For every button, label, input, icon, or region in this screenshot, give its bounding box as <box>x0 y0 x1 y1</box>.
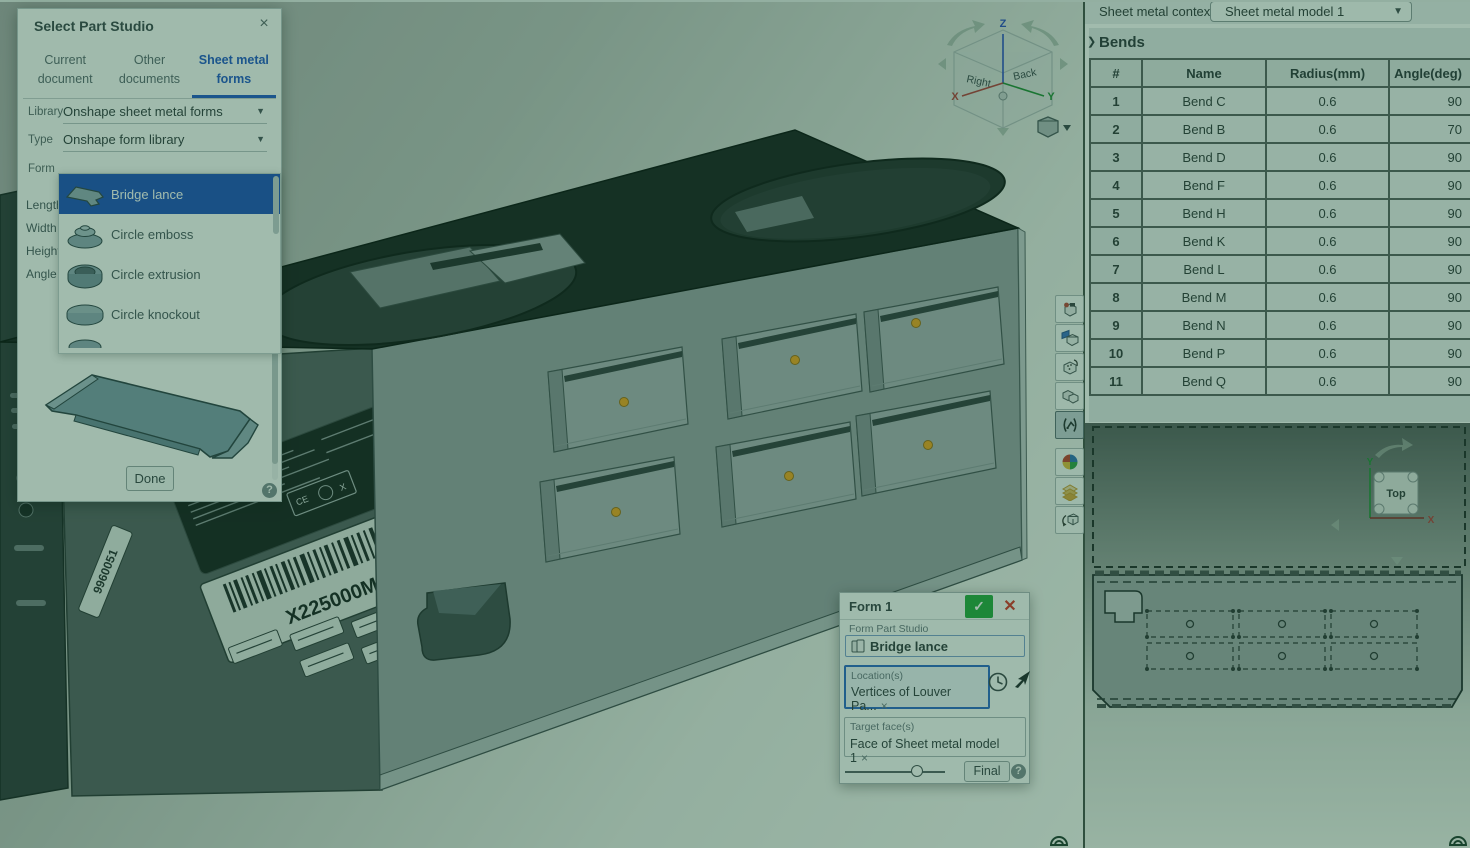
collapse-chevron-icon[interactable]: ❯ <box>1087 35 1096 48</box>
chevron-down-icon: ▼ <box>1393 6 1403 17</box>
form-label: Form <box>28 163 55 175</box>
simplified-view-icon[interactable] <box>1055 382 1084 410</box>
sheet-metal-context-select[interactable]: Sheet metal model 1 ▼ <box>1210 1 1412 22</box>
view-cube[interactable]: Right Back Z X Y <box>938 18 1071 137</box>
bends-section: ❯ Bends # Name Radius(mm) Angle(deg) 1Be… <box>1089 28 1470 422</box>
remove-icon[interactable]: × <box>857 751 868 765</box>
bend-row[interactable]: 2Bend B0.670 <box>1090 115 1470 143</box>
flat-pattern-view-icon[interactable] <box>1055 353 1084 381</box>
bends-table: # Name Radius(mm) Angle(deg) 1Bend C0.69… <box>1089 58 1470 396</box>
axis-z-label: Z <box>1000 18 1007 30</box>
bends-header-row: # Name Radius(mm) Angle(deg) <box>1090 59 1470 87</box>
target-faces-field[interactable]: Target face(s) Face of Sheet metal model… <box>844 717 1026 757</box>
chevron-down-icon: ▼ <box>256 106 265 116</box>
feature-title: Form 1 <box>849 599 892 614</box>
flat-pattern-panel: Sheet metal context: Sheet metal model 1… <box>1083 0 1470 848</box>
help-icon[interactable]: ? <box>262 483 277 498</box>
render-options-icon[interactable] <box>1055 295 1084 323</box>
done-button[interactable]: Done <box>126 466 174 491</box>
width-param-label: Width <box>26 221 57 235</box>
flat-axis-x-label: X <box>1428 515 1435 526</box>
bend-row[interactable]: 10Bend P0.690 <box>1090 339 1470 367</box>
tab-other-documents[interactable]: Other documents <box>107 43 191 98</box>
tab-sheet-metal-forms[interactable]: Sheet metal forms <box>192 43 276 98</box>
cancel-x-icon[interactable]: ✕ <box>999 595 1021 618</box>
form-preview <box>32 359 272 463</box>
context-label: Sheet metal context: <box>1099 4 1218 19</box>
help-headset-icon[interactable] <box>1049 830 1069 848</box>
final-button[interactable]: Final <box>964 761 1010 782</box>
isometric-view-icon[interactable] <box>1055 506 1084 534</box>
bend-row[interactable]: 9Bend N0.690 <box>1090 311 1470 339</box>
bend-table-view-icon[interactable] <box>1055 411 1084 439</box>
bend-row[interactable]: 8Bend M0.690 <box>1090 283 1470 311</box>
bridge-lance-icon <box>59 180 111 208</box>
circle-extrusion-icon <box>59 258 111 290</box>
axis-x-label: X <box>951 91 959 103</box>
part-studio-icon <box>851 639 865 654</box>
clock-icon[interactable] <box>987 671 1009 693</box>
context-bar: Sheet metal context: Sheet metal model 1… <box>1085 0 1470 24</box>
window-top-edge <box>0 0 1470 2</box>
bend-row[interactable]: 6Bend K0.690 <box>1090 227 1470 255</box>
list-scrollbar[interactable] <box>273 176 279 234</box>
locations-chip[interactable]: Vertices of Louver Pa...× <box>851 685 983 713</box>
app-window: CE X <box>0 0 1470 848</box>
dialog-title: Select Part Studio <box>34 18 154 34</box>
type-label: Type <box>28 134 53 146</box>
flat-cube-top-label: Top <box>1386 488 1406 500</box>
form-feature-dialog: Form 1 ✓ ✕ Form Part Studio Bridge lance… <box>839 592 1030 784</box>
bends-title: Bends <box>1099 34 1145 51</box>
flat-axis-y-label: Y <box>1367 457 1374 468</box>
view-options-button[interactable] <box>1038 117 1071 137</box>
help-headset-icon[interactable] <box>1448 830 1468 848</box>
section-view-icon[interactable] <box>1055 477 1084 505</box>
form-option-circle-extrusion[interactable]: Circle extrusion <box>59 254 280 294</box>
select-arrow-icon[interactable] <box>1012 669 1032 689</box>
help-icon[interactable]: ? <box>1011 764 1026 779</box>
dialog-tabs: Current document Other documents Sheet m… <box>23 43 276 99</box>
height-param-label: Height <box>26 244 61 258</box>
flat-view-cube[interactable]: Top Y X <box>1367 457 1435 526</box>
named-views-icon[interactable] <box>1055 448 1084 476</box>
bend-row[interactable]: 4Bend F0.690 <box>1090 171 1470 199</box>
locations-field[interactable]: Location(s) Vertices of Louver Pa...× <box>844 665 990 709</box>
close-icon[interactable]: × <box>255 15 273 33</box>
bend-row[interactable]: 1Bend C0.690 <box>1090 87 1470 115</box>
flat-pattern-part[interactable] <box>1093 573 1462 707</box>
rollback-slider[interactable] <box>845 770 945 774</box>
library-label: Library <box>28 106 63 118</box>
face-cutout <box>418 583 510 660</box>
angle-param-label: Angle <box>26 267 57 281</box>
bend-row[interactable]: 7Bend L0.690 <box>1090 255 1470 283</box>
view-tools-toolbar <box>1055 448 1085 535</box>
remove-icon[interactable]: × <box>877 699 888 713</box>
form-option-partial[interactable] <box>59 334 280 348</box>
accept-check-icon[interactable]: ✓ <box>965 595 993 618</box>
view-modes-toolbar <box>1055 295 1085 440</box>
form-part-studio-label: Form Part Studio <box>849 623 928 635</box>
chevron-down-icon: ▼ <box>256 134 265 144</box>
tab-current-document[interactable]: Current document <box>23 43 107 98</box>
select-part-studio-dialog: Select Part Studio × Current document Ot… <box>17 8 282 502</box>
bend-row[interactable]: 5Bend H0.690 <box>1090 199 1470 227</box>
folded-view-icon[interactable] <box>1055 324 1084 352</box>
form-option-bridge-lance[interactable]: Bridge lance <box>59 174 280 214</box>
library-select[interactable]: Onshape sheet metal forms ▼ <box>63 104 267 124</box>
target-faces-label: Target face(s) <box>850 721 1020 733</box>
axis-y-label: Y <box>1047 91 1055 103</box>
bend-row[interactable]: 11Bend Q0.690 <box>1090 367 1470 395</box>
form-options-list: Bridge lance Circle emboss Circle extrus… <box>58 173 281 354</box>
form-option-circle-knockout[interactable]: Circle knockout <box>59 294 280 334</box>
circle-emboss-icon <box>59 218 111 250</box>
circle-knockout-icon <box>59 300 111 328</box>
flat-pattern-viewport[interactable]: Top Y X <box>1085 423 1470 848</box>
slider-knob[interactable] <box>911 765 923 777</box>
form-option-circle-emboss[interactable]: Circle emboss <box>59 214 280 254</box>
locations-label: Location(s) <box>851 670 983 682</box>
form-part-studio-field[interactable]: Bridge lance <box>845 635 1025 657</box>
type-select[interactable]: Onshape form library ▼ <box>63 132 267 152</box>
bend-row[interactable]: 3Bend D0.690 <box>1090 143 1470 171</box>
